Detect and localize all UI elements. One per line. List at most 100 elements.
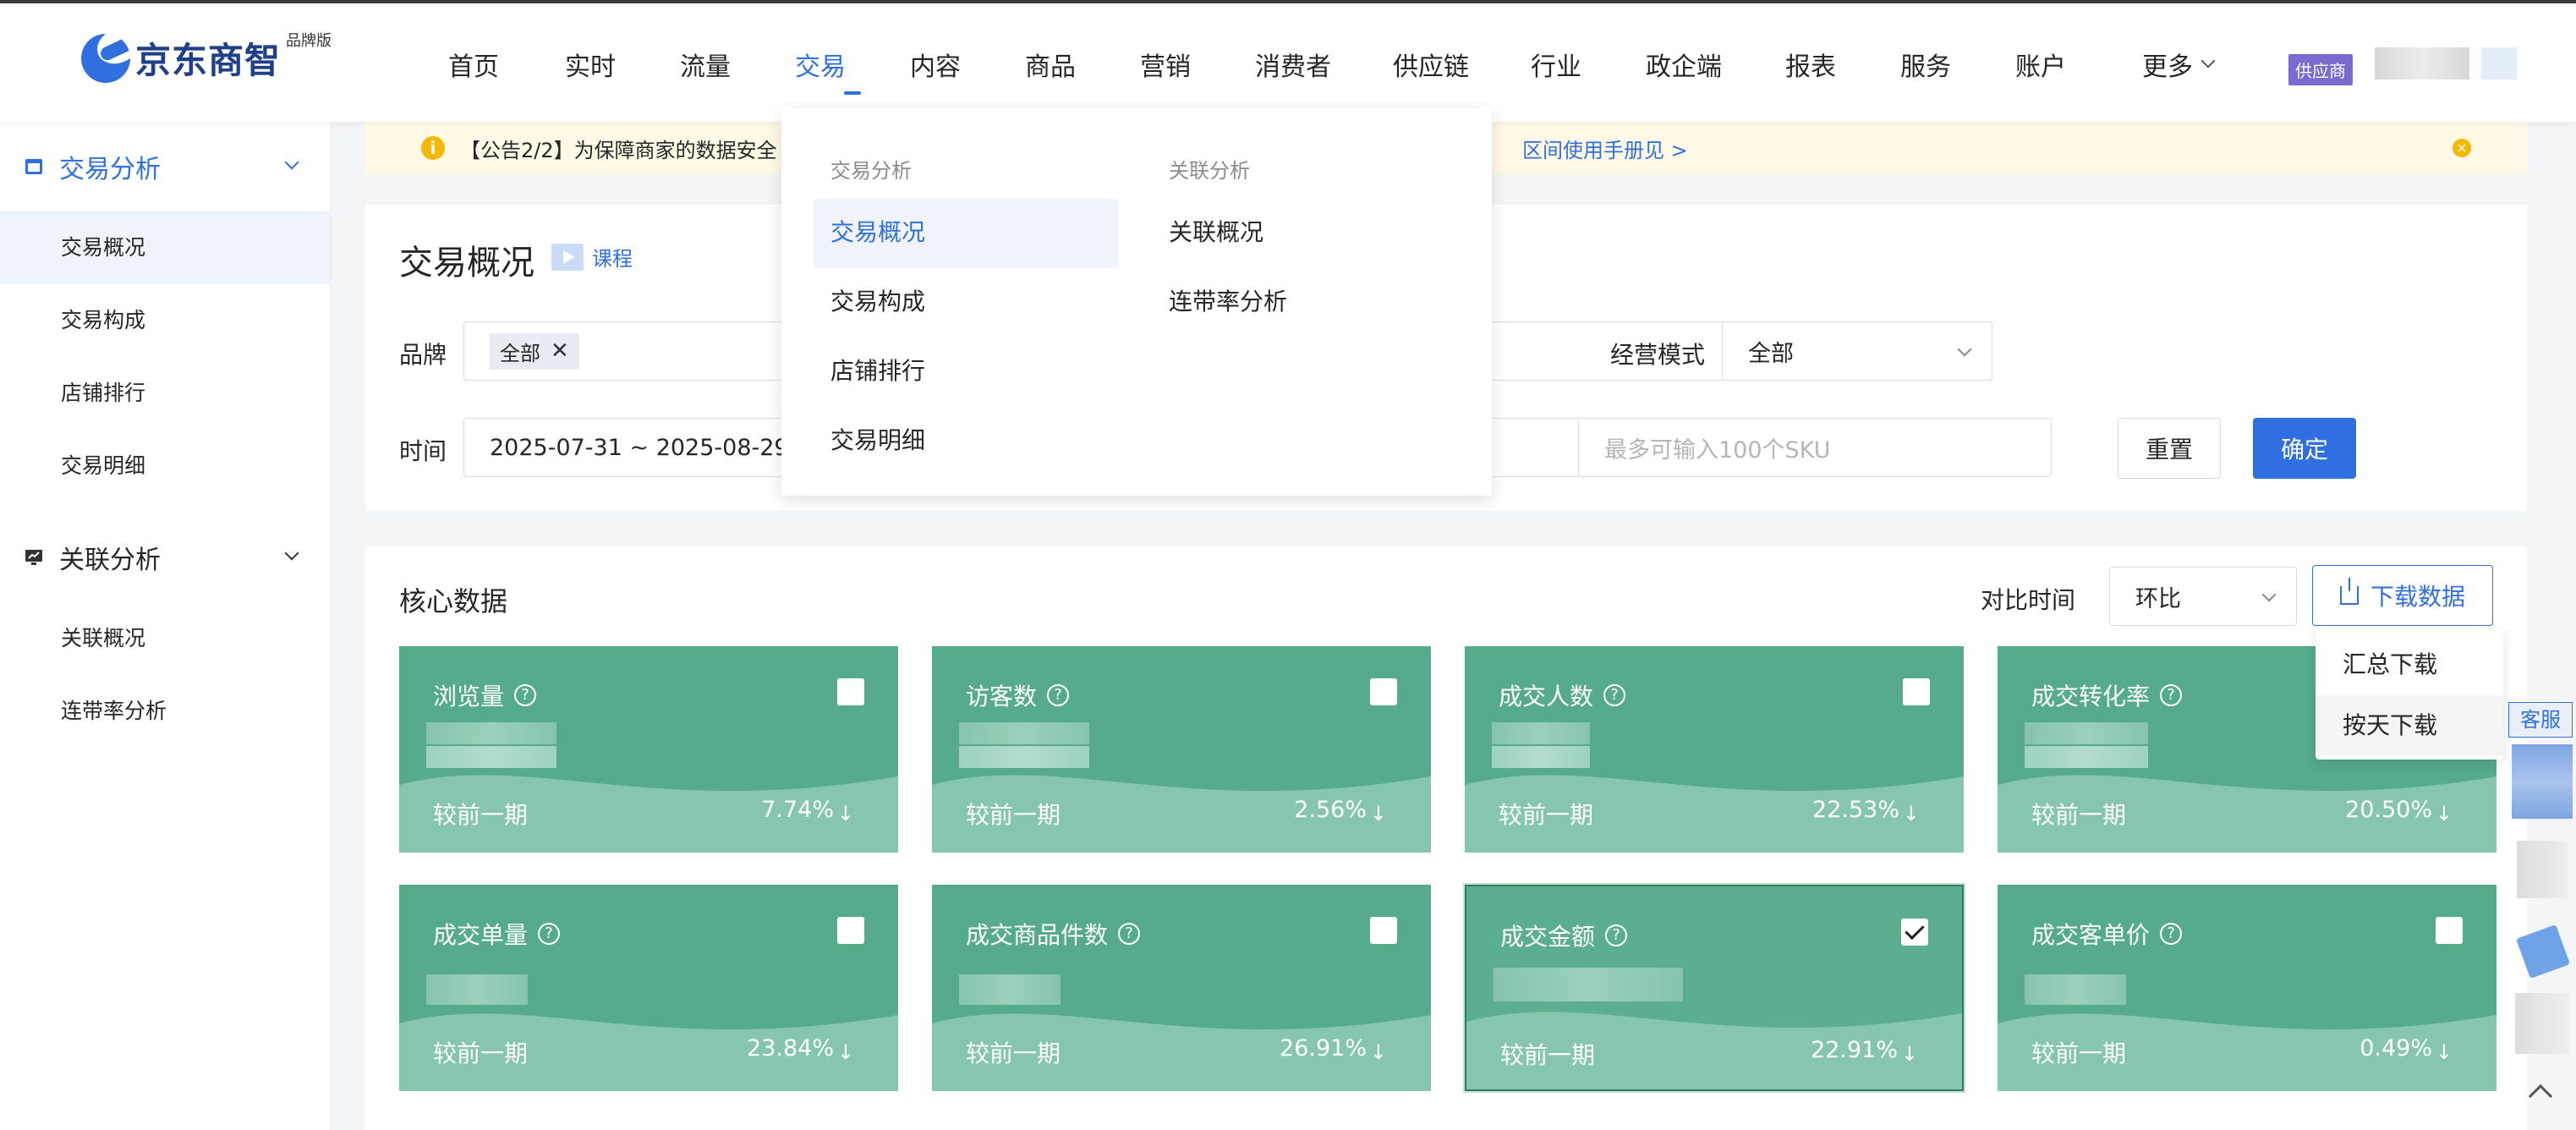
metric-card-pv[interactable]: 浏览量? 较前一期 7.74% ↓	[399, 646, 898, 853]
date-range-value: 2025-07-31 ~ 2025-08-29	[490, 434, 789, 461]
sidebar-group-association-analysis[interactable]: 关联分析	[0, 513, 331, 602]
nav-product[interactable]: 商品	[1025, 3, 1140, 125]
reset-button[interactable]: 重置	[2118, 418, 2221, 479]
metric-card-orders[interactable]: 成交单量? 较前一期 23.84% ↓	[399, 885, 898, 1091]
nav-home[interactable]: 首页	[448, 3, 565, 125]
sidebar-item-trade-composition[interactable]: 交易构成	[0, 284, 331, 357]
sidebar-item-attach-rate[interactable]: 连带率分析	[0, 675, 331, 748]
nav-marketing[interactable]: 营销	[1140, 3, 1255, 125]
menu-item-daily-download[interactable]: 按天下载	[2316, 695, 2503, 756]
metric-card-gmv[interactable]: 成交金额? 较前一期 22.91% ↓	[1465, 885, 1964, 1091]
manual-link[interactable]: 区间使用手册见 >	[1522, 134, 1688, 163]
download-menu: 汇总下载 按天下载	[2316, 629, 2503, 760]
prev-period-label: 较前一期	[1499, 801, 1594, 829]
edition-label: 品牌版	[286, 32, 332, 50]
sku-input[interactable]: 最多可输入100个SKU	[1578, 418, 2052, 477]
username-masked[interactable]	[2375, 47, 2469, 80]
menu-item-trade-overview[interactable]: 交易概况	[814, 199, 1118, 268]
menu-item-association-overview[interactable]: 关联概况	[1152, 199, 1456, 268]
back-to-top-icon[interactable]	[2528, 1083, 2553, 1109]
change-percent: 23.84%	[747, 1035, 834, 1061]
sidebar-item-trade-overview[interactable]: 交易概况	[0, 211, 331, 284]
avatar[interactable]	[2481, 47, 2517, 80]
prev-period-label: 较前一期	[1500, 1041, 1596, 1069]
play-icon	[551, 243, 584, 271]
metric-checkbox[interactable]	[1903, 678, 1930, 705]
masked-value	[426, 722, 556, 744]
chevron-down-icon	[2201, 53, 2216, 69]
nav-traffic[interactable]: 流量	[680, 3, 795, 125]
prev-period-label: 较前一期	[2031, 1039, 2127, 1067]
top-navbar: 京东商智 品牌版 首页 实时 流量 交易 内容 商品 营销 消费者 供应链 行业…	[0, 0, 2576, 122]
metric-card-items[interactable]: 成交商品件数? 较前一期 26.91% ↓	[932, 885, 1431, 1091]
nav-realtime[interactable]: 实时	[565, 3, 680, 125]
customer-service-button[interactable]: 客服	[2508, 702, 2573, 738]
sidebar-item-shop-ranking[interactable]: 店铺排行	[0, 357, 331, 430]
course-link[interactable]: 课程	[551, 242, 633, 272]
main-nav: 首页 实时 流量 交易 内容 商品 营销 消费者 供应链 行业 政企端 报表 服…	[448, 3, 2244, 125]
metric-checkbox[interactable]	[837, 917, 864, 944]
metric-card-buyers[interactable]: 成交人数? 较前一期 22.53% ↓	[1465, 646, 1964, 853]
masked-value	[1492, 722, 1590, 744]
help-icon[interactable]: ?	[538, 923, 561, 945]
help-icon[interactable]: ?	[2160, 923, 2183, 945]
arrow-down-icon: ↓	[836, 802, 854, 826]
prev-period-label: 较前一期	[433, 801, 529, 829]
confirm-button[interactable]: 确定	[2253, 418, 2356, 479]
change-percent: 20.50%	[2345, 797, 2432, 823]
metric-name: 成交客单价	[2031, 921, 2151, 949]
metric-card-aov[interactable]: 成交客单价? 较前一期 0.49% ↓	[1998, 885, 2497, 1091]
menu-item-trade-detail[interactable]: 交易明细	[814, 407, 1118, 476]
brand-logo[interactable]: 京东商智 品牌版	[81, 32, 332, 84]
sidebar-item-association-overview[interactable]: 关联概况	[0, 602, 331, 675]
logo-icon	[81, 33, 130, 83]
sidebar-group-label: 关联分析	[59, 546, 161, 575]
nav-consumer[interactable]: 消费者	[1255, 3, 1393, 125]
menu-item-trade-composition[interactable]: 交易构成	[814, 268, 1118, 337]
message-icon[interactable]	[2515, 924, 2571, 979]
download-button[interactable]: 下载数据	[2312, 565, 2493, 626]
qr-thumbnail[interactable]	[2512, 744, 2573, 819]
nav-gov-enterprise[interactable]: 政企端	[1646, 3, 1785, 125]
help-icon[interactable]: ?	[1605, 924, 1628, 946]
tool-icon[interactable]	[2515, 993, 2569, 1054]
metric-checkbox-checked[interactable]	[1901, 919, 1928, 946]
menu-item-shop-ranking[interactable]: 店铺排行	[814, 337, 1118, 407]
metric-checkbox[interactable]	[1370, 917, 1397, 944]
metric-name: 成交金额	[1500, 923, 1596, 951]
help-icon[interactable]: ?	[514, 684, 537, 706]
mode-select[interactable]: 全部	[1722, 321, 1992, 381]
metric-card-uv[interactable]: 访客数? 较前一期 2.56% ↓	[932, 646, 1431, 853]
compare-select[interactable]: 环比	[2109, 567, 2297, 626]
nav-trade[interactable]: 交易	[795, 3, 910, 125]
menu-item-summary-download[interactable]: 汇总下载	[2316, 634, 2503, 695]
nav-service[interactable]: 服务	[1900, 3, 2015, 125]
sidebar-group-trade-analysis[interactable]: 交易分析	[0, 122, 331, 211]
close-icon[interactable]: ✕	[551, 338, 569, 364]
nav-supply-chain[interactable]: 供应链	[1393, 3, 1531, 125]
help-icon[interactable]: ?	[1603, 684, 1626, 706]
nav-content[interactable]: 内容	[910, 3, 1025, 125]
help-icon[interactable]: ?	[2160, 684, 2183, 706]
prev-period-label: 较前一期	[433, 1039, 529, 1067]
help-icon[interactable]: ?	[1047, 684, 1070, 706]
change-percent: 0.49%	[2360, 1035, 2432, 1061]
nav-report[interactable]: 报表	[1785, 3, 1900, 125]
menu-item-attach-rate[interactable]: 连带率分析	[1152, 268, 1456, 337]
metric-checkbox[interactable]	[2436, 917, 2463, 944]
change-percent: 22.53%	[1812, 797, 1899, 823]
close-icon[interactable]: ×	[2453, 139, 2471, 157]
arrow-down-icon: ↓	[1369, 802, 1387, 826]
sidebar-item-trade-detail[interactable]: 交易明细	[0, 430, 331, 502]
prev-period-label: 较前一期	[966, 801, 1061, 829]
metric-checkbox[interactable]	[837, 678, 864, 705]
nav-more[interactable]: 更多	[2142, 3, 2244, 125]
masked-value	[959, 722, 1089, 744]
metric-name: 访客数	[966, 683, 1038, 710]
feedback-icon[interactable]	[2517, 841, 2568, 898]
compare-value: 环比	[2135, 585, 2181, 612]
nav-account[interactable]: 账户	[2015, 3, 2142, 125]
help-icon[interactable]: ?	[1118, 923, 1141, 945]
metric-checkbox[interactable]	[1370, 678, 1397, 705]
nav-industry[interactable]: 行业	[1531, 3, 1646, 125]
